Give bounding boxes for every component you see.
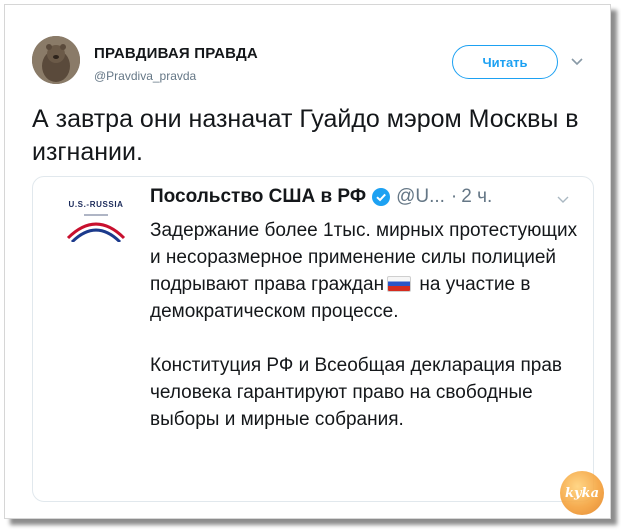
avatar[interactable] <box>32 36 80 84</box>
quoted-display-name[interactable]: Посольство США в РФ <box>150 186 366 208</box>
quoted-paragraph-1: Задержание более 1тыс. мирных протестующ… <box>150 217 580 325</box>
tweet-card: ПРАВДИВАЯ ПРАВДА @Pravdiva_pravda Читать… <box>4 4 611 519</box>
flags-arc-icon <box>66 214 126 242</box>
quoted-timestamp[interactable]: 2 ч. <box>461 186 492 208</box>
embassy-logo: U.S.-RUSSIA <box>64 200 128 242</box>
russia-flag-icon <box>387 276 412 292</box>
quoted-handle[interactable]: @U... <box>396 186 445 208</box>
watermark-logo: kyka <box>560 471 604 515</box>
follow-button[interactable]: Читать <box>452 45 558 79</box>
quoted-paragraph-2: Конституция РФ и Всеобщая декларация пра… <box>150 355 562 430</box>
verified-badge-icon <box>372 188 391 206</box>
chevron-down-icon[interactable] <box>571 55 583 67</box>
separator-dot: · <box>450 186 458 207</box>
quoted-header: Посольство США в РФ @U... · 2 ч. <box>150 186 492 208</box>
bear-avatar-image <box>32 36 80 84</box>
quoted-text: Задержание более 1тыс. мирных протестующ… <box>150 217 580 433</box>
quoted-tweet[interactable]: U.S.-RUSSIA Посольство США в РФ @U... · … <box>32 176 594 502</box>
tweet-text: А завтра они назначат Гуайдо мэром Москв… <box>32 105 579 166</box>
user-handle[interactable]: @Pravdiva_pravda <box>94 69 196 83</box>
display-name[interactable]: ПРАВДИВАЯ ПРАВДА <box>94 45 258 62</box>
quoted-chevron-down-icon[interactable] <box>557 193 569 205</box>
